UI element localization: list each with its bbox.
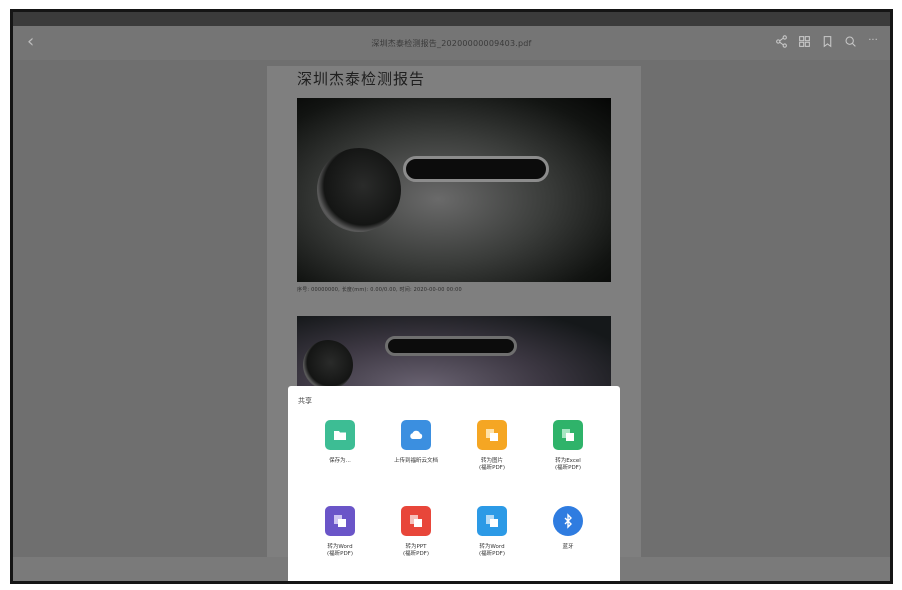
share-sheet-title: 共享 [298,397,312,405]
cloud-upload-icon [401,420,431,450]
share-item-label: 上传到福昕云文档 [393,458,438,464]
share-upload-cloud[interactable]: 上传到福昕云文档 [378,420,454,506]
share-to-excel[interactable]: 转为Excel (福昕PDF) [530,420,606,506]
more-icon[interactable]: ··· [866,32,880,50]
share-item-label: 蓝牙 [562,544,574,550]
bore-hole [303,340,353,390]
more-glyph: ··· [868,35,878,46]
convert-excel-icon [553,420,583,450]
share-save-as[interactable]: 保存为... [302,420,378,506]
inspection-image-2 [297,316,611,396]
convert-image-icon [477,420,507,450]
status-bar [13,12,890,26]
top-toolbar: ‹ 深圳杰泰检测报告_20200000009403.pdf ··· [13,26,890,60]
share-item-label: 转为图片 (福昕PDF) [478,458,505,471]
report-heading: 深圳杰泰检测报告 [297,70,426,88]
share-to-image[interactable]: 转为图片 (福昕PDF) [454,420,530,506]
share-to-word-2[interactable]: 转为Word (福昕PDF) [454,506,530,581]
convert-word-icon [325,506,355,536]
app-window: ‹ 深圳杰泰检测报告_20200000009403.pdf ··· 深圳杰泰检测… [10,9,893,584]
share-item-label: 转为PPT (福昕PDF) [402,544,429,557]
bookmark-icon[interactable] [820,32,834,50]
convert-ppt-icon [401,506,431,536]
bluetooth-icon [553,506,583,536]
document-viewer[interactable]: 深圳杰泰检测报告 序号: 00000000, 长度(mm): 0.00/0.00… [13,60,890,581]
folder-icon [325,420,355,450]
share-item-label: 转为Word (福昕PDF) [478,544,505,557]
share-item-label: 转为Excel (福昕PDF) [554,458,581,471]
slot-opening [403,156,549,182]
share-to-word[interactable]: 转为Word (福昕PDF) [302,506,378,581]
share-sheet: 共享 保存为... 上传到福昕云文档 转为图片 (福昕PDF) 转为Excel … [288,386,620,581]
document-title: 深圳杰泰检测报告_20200000009403.pdf [371,39,532,48]
share-item-label: 保存为... [329,458,351,464]
share-bluetooth[interactable]: 蓝牙 [530,506,606,581]
bore-hole [317,148,401,232]
toolbar-actions: ··· [774,32,880,52]
image-caption: 序号: 00000000, 长度(mm): 0.00/0.00, 时间: 202… [297,287,462,293]
convert-word-icon [477,506,507,536]
slot-opening [385,336,517,356]
share-options: 保存为... 上传到福昕云文档 转为图片 (福昕PDF) 转为Excel (福昕… [302,420,606,581]
grid-icon[interactable] [797,32,811,50]
search-icon[interactable] [843,32,857,50]
inspection-image [297,98,611,282]
share-icon[interactable] [774,32,788,50]
share-to-ppt[interactable]: 转为PPT (福昕PDF) [378,506,454,581]
share-item-label: 转为Word (福昕PDF) [326,544,353,557]
